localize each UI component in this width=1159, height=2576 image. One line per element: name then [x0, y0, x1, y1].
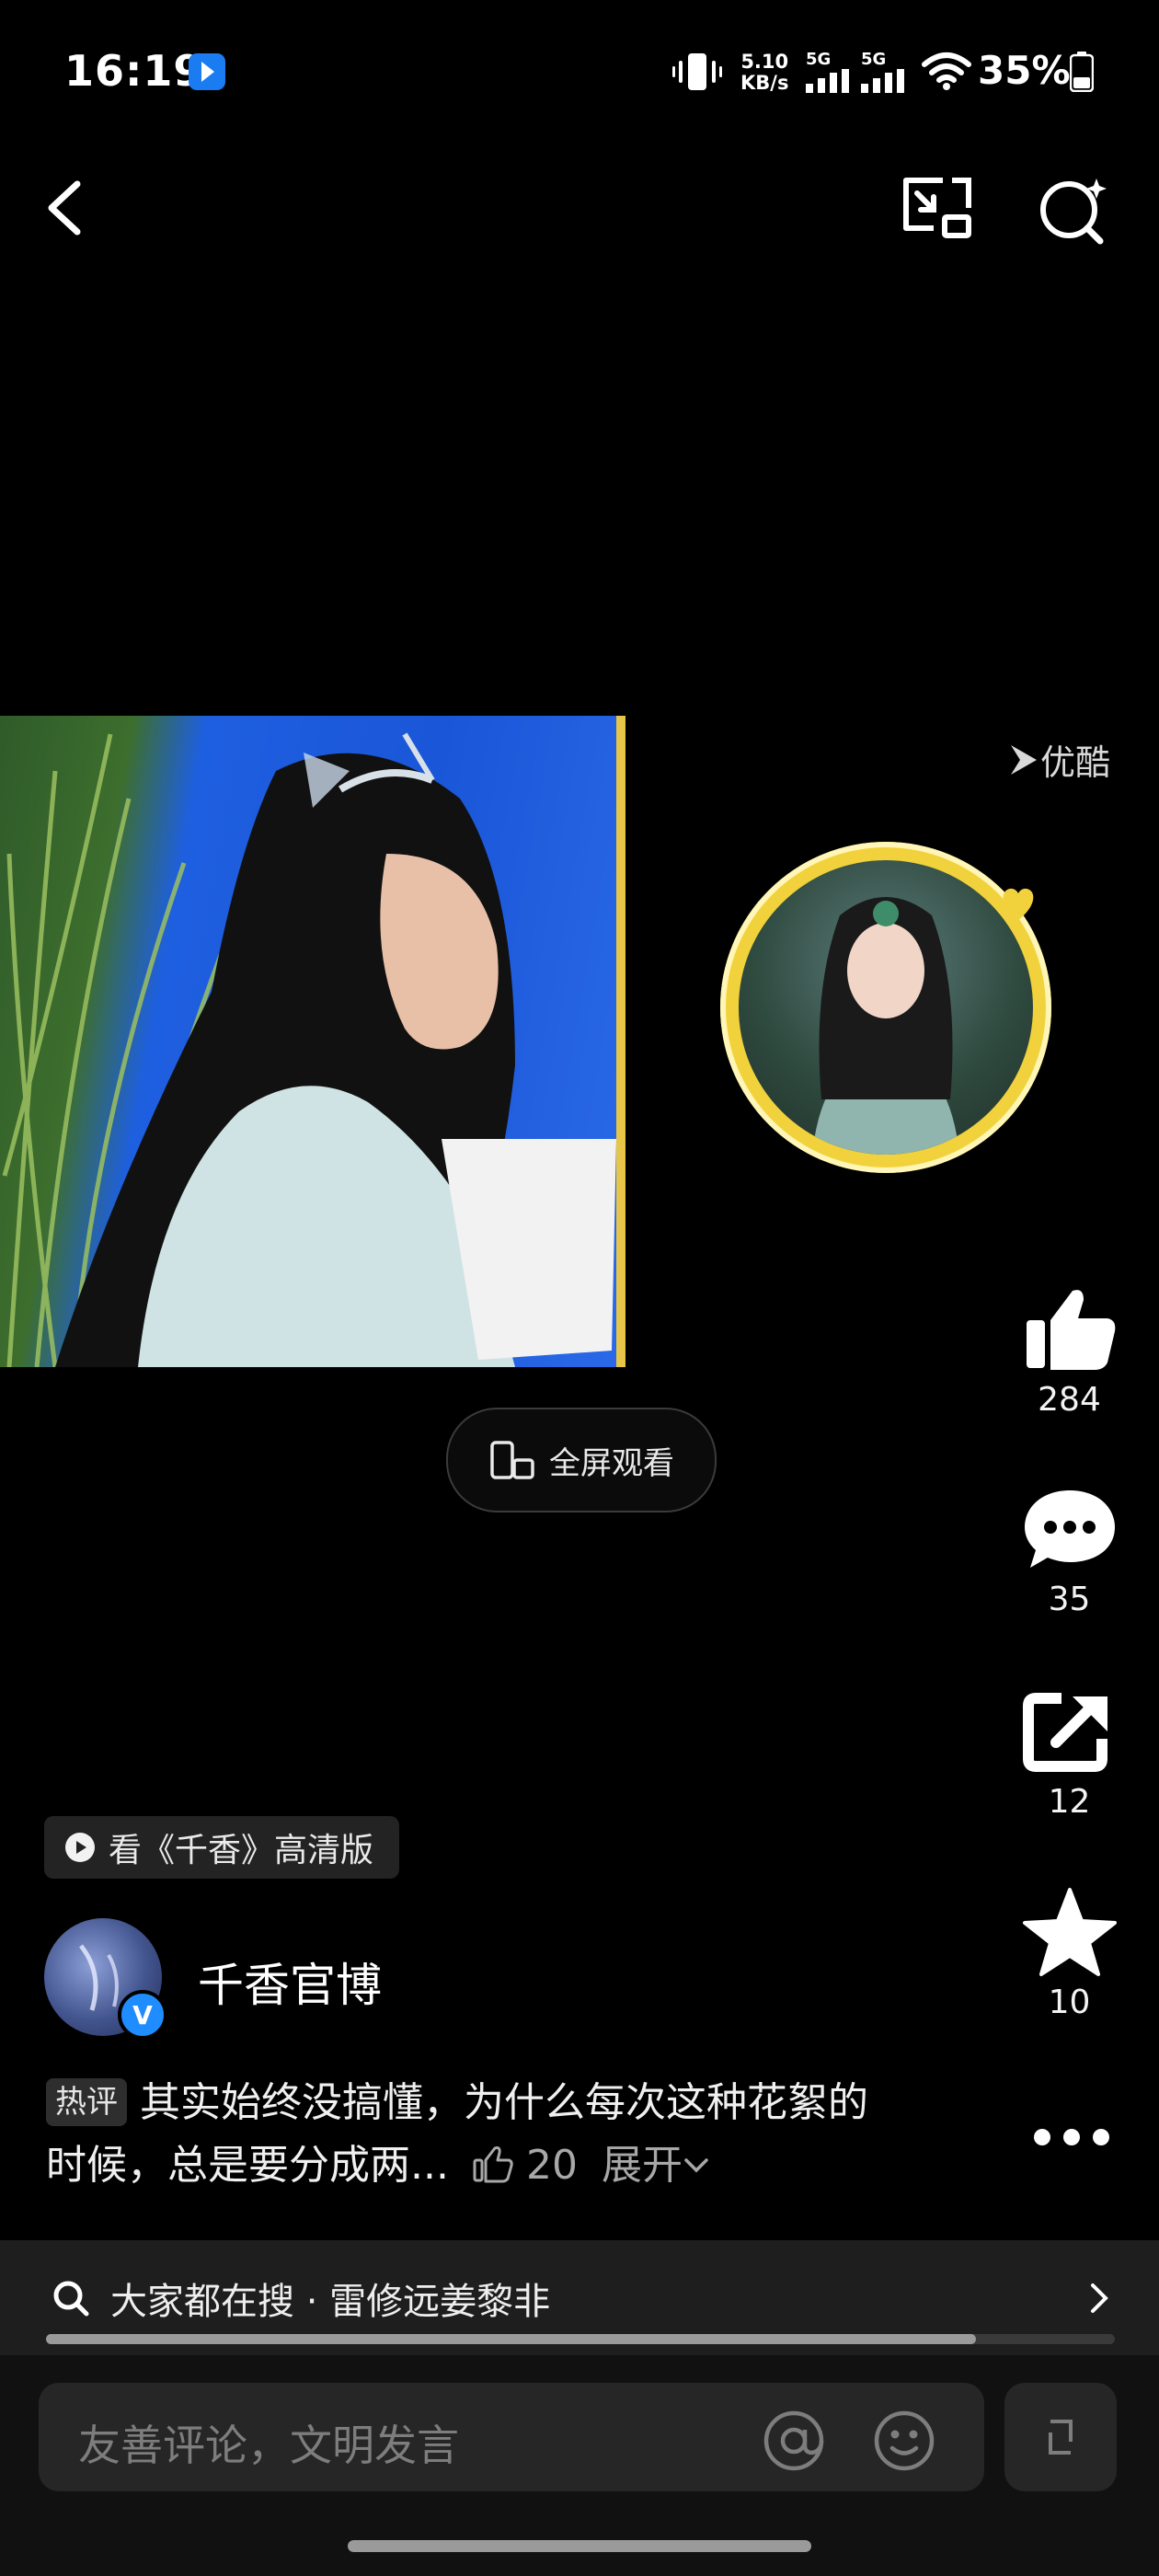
share-icon [1022, 1693, 1107, 1772]
battery-percent: 35% [978, 48, 1071, 93]
share-count: 12 [1048, 1783, 1091, 1821]
app-notification-icon [189, 53, 225, 90]
comment-bubble-icon [1024, 1490, 1115, 1568]
picture-in-picture-icon [903, 178, 971, 238]
verified-badge-icon: V [118, 1990, 167, 2040]
hd-version-label: 看《千香》高清版 [109, 1832, 374, 1869]
search-sparkle-icon [1040, 178, 1107, 245]
picture-in-picture-button[interactable] [897, 171, 980, 245]
favorite-count: 10 [1048, 1984, 1091, 2021]
vibrate-icon [671, 52, 723, 92]
watermark-text: 优酷 [1040, 742, 1111, 783]
network-speed-value: 5.10 [740, 51, 789, 73]
heart-sticker-icon [995, 874, 1041, 929]
youku-watermark: 优酷 [1007, 734, 1110, 785]
trending-search-text: 大家都在搜 · 雷修远姜黎非 [110, 2281, 551, 2323]
chevron-left-icon [48, 180, 81, 236]
wifi-icon [922, 52, 971, 90]
signal-label-2: 5G [861, 50, 887, 69]
video-edge-bar [616, 716, 625, 1367]
hot-comment[interactable]: 热评 其实始终没搞懂，为什么每次这种花絮的时候，总是要分成两... 20 展开 [46, 2072, 901, 2197]
signal-icon-2: 5G [861, 50, 905, 93]
home-indicator[interactable] [348, 2540, 811, 2552]
comment-input-placeholder: 友善评论，文明发言 [78, 2421, 459, 2470]
more-dots-icon [1034, 2129, 1109, 2145]
expand-label: 展开 [601, 2142, 683, 2189]
rotate-phone-icon [490, 1441, 534, 1479]
star-icon [1022, 1888, 1117, 1976]
mention-button[interactable] [762, 2409, 826, 2473]
network-speed-unit: KB/s [740, 72, 789, 94]
thumbs-up-icon [1026, 1290, 1115, 1370]
at-sign-icon [763, 2410, 824, 2471]
thumbs-up-outline-icon [473, 2146, 513, 2183]
video-player[interactable] [0, 716, 625, 1367]
emoji-button[interactable] [872, 2409, 936, 2473]
network-speed: 5.10 KB/s [740, 52, 788, 94]
like-action[interactable]: 284 [1012, 1283, 1127, 1419]
more-button[interactable] [1026, 2114, 1118, 2160]
expand-corners-icon [1049, 2420, 1073, 2455]
favorite-action[interactable]: 10 [1012, 1886, 1127, 2021]
hot-comment-badge: 热评 [46, 2078, 127, 2126]
hot-comment-like-count: 20 [525, 2142, 578, 2189]
signal-icon-1: 5G [806, 50, 850, 93]
hot-comment-like[interactable]: 20 [473, 2142, 578, 2189]
search-icon [51, 2278, 91, 2318]
expand-comment-button[interactable]: 展开 [602, 2142, 710, 2189]
like-count: 284 [1038, 1381, 1101, 1419]
video-progress-fill [46, 2334, 976, 2344]
creator-avatar-image[interactable] [739, 860, 1033, 1155]
share-action[interactable]: 12 [1012, 1685, 1127, 1821]
expand-input-button[interactable] [1004, 2383, 1117, 2491]
play-circle-icon [65, 1833, 95, 1862]
back-button[interactable] [37, 171, 101, 245]
author-name[interactable]: 千香官博 [198, 1949, 382, 2015]
search-button[interactable] [1032, 171, 1115, 245]
hd-version-tag[interactable]: 看《千香》高清版 [44, 1816, 400, 1879]
fullscreen-label: 全屏观看 [549, 1444, 674, 1482]
youku-logo-icon [1007, 742, 1040, 778]
fullscreen-button[interactable]: 全屏观看 [446, 1408, 717, 1512]
emoji-smile-icon [874, 2410, 935, 2471]
hot-comment-text: 其实始终没搞懂，为什么每次这种花絮的时候，总是要分成两... [46, 2079, 868, 2189]
status-time: 16:19 [64, 46, 204, 96]
video-frame-image [2, 732, 616, 1367]
battery-icon [1070, 52, 1094, 92]
chevron-down-icon [684, 2158, 708, 2173]
comment-action[interactable]: 35 [1012, 1483, 1127, 1618]
comment-count: 35 [1048, 1581, 1091, 1618]
signal-label-1: 5G [806, 50, 832, 69]
chevron-right-icon [1085, 2280, 1113, 2317]
